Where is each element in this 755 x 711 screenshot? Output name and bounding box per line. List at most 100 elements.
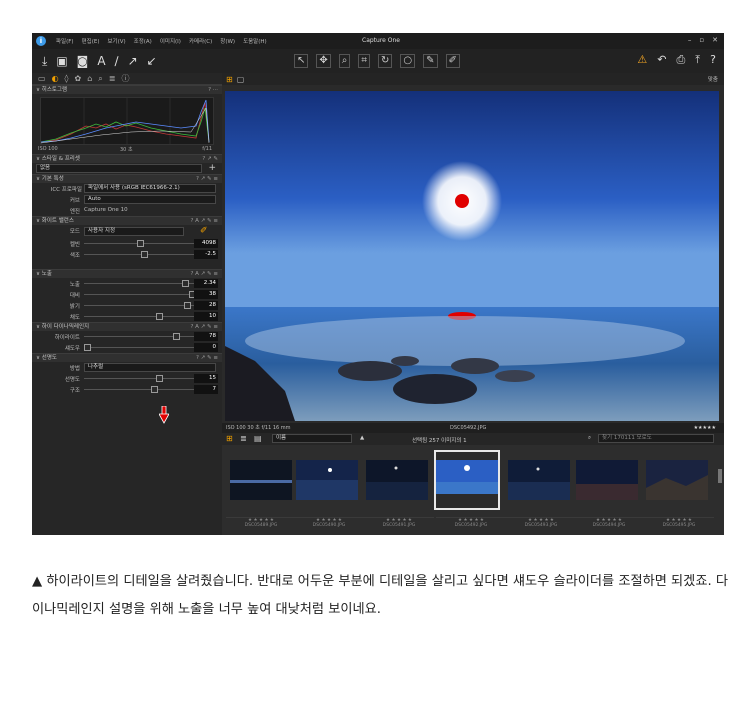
- adjust-slider[interactable]: [84, 333, 202, 340]
- slider-knob[interactable]: [172, 333, 180, 340]
- color-tab-icon[interactable]: ✿: [75, 74, 82, 83]
- adjust-slider[interactable]: [84, 280, 202, 287]
- lens-tab-icon[interactable]: ◊: [65, 74, 69, 83]
- brush-icon[interactable]: ∕: [115, 54, 119, 69]
- maximize-button[interactable]: ▫: [699, 36, 704, 44]
- slider-knob[interactable]: [156, 375, 164, 382]
- thumbnail-selected[interactable]: [434, 450, 500, 510]
- section-exposure[interactable]: ∨ 노출? A ↗ ✎ ≡: [32, 269, 222, 278]
- camera-icon[interactable]: ◙: [77, 54, 89, 69]
- metadata-tab-icon[interactable]: ≣: [109, 74, 116, 83]
- thumbnail[interactable]: [296, 460, 358, 500]
- close-button[interactable]: ✕: [712, 36, 718, 44]
- search-input[interactable]: 찾기 170111 모로도: [598, 434, 714, 443]
- slider-knob[interactable]: [84, 344, 91, 351]
- section-clarity[interactable]: ∨ 선명도? ↗ ✎ ≡: [32, 353, 222, 362]
- wb-picker-icon[interactable]: ✐: [200, 226, 208, 236]
- tint-slider[interactable]: [84, 251, 202, 258]
- pan-tool-icon[interactable]: ✥: [316, 54, 331, 68]
- print-icon[interactable]: ⎙: [676, 53, 685, 67]
- info-tab-icon[interactable]: ⓘ: [121, 73, 129, 84]
- menu-file[interactable]: 파일(F): [52, 37, 78, 45]
- sort-select[interactable]: 이름: [272, 434, 352, 443]
- kelvin-value[interactable]: 4098: [194, 239, 218, 248]
- slider-knob[interactable]: [181, 280, 189, 287]
- slider-knob[interactable]: [156, 313, 164, 320]
- filmstrip-scrollbar[interactable]: [718, 469, 722, 483]
- wb-mode-select[interactable]: 사용자 지정: [84, 227, 184, 236]
- thumbnail[interactable]: [646, 460, 708, 500]
- slider-knob[interactable]: [150, 386, 158, 393]
- menu-help[interactable]: 도움말(H): [239, 37, 271, 45]
- menu-camera[interactable]: 카메라(C): [185, 37, 216, 45]
- kelvin-knob[interactable]: [137, 240, 145, 247]
- rotate-tool-icon[interactable]: ↻: [378, 54, 393, 68]
- adjust-slider[interactable]: [84, 386, 202, 393]
- mask-brush-icon[interactable]: ✎: [423, 54, 438, 68]
- clarity-method-select[interactable]: 나추럴: [84, 363, 216, 372]
- icc-select[interactable]: 파일에서 사용 (sRGB IEC61966-2.1): [84, 184, 216, 193]
- menu-adjust[interactable]: 조정(A): [130, 37, 156, 45]
- status-rating[interactable]: ★★★★★: [694, 423, 716, 433]
- list-view-icon[interactable]: ≣: [240, 434, 247, 443]
- slider-value[interactable]: 2.34: [194, 279, 218, 288]
- adjust-slider[interactable]: [84, 302, 202, 309]
- capture-icon[interactable]: ▣: [56, 54, 67, 69]
- sort-direction-icon[interactable]: ▲: [360, 435, 364, 441]
- menu-window[interactable]: 창(W): [216, 37, 239, 45]
- composition-tab-icon[interactable]: ⌂: [87, 74, 92, 83]
- single-view-icon[interactable]: ▢: [237, 75, 245, 84]
- minimize-button[interactable]: –: [688, 36, 692, 44]
- slider-value[interactable]: 38: [194, 290, 218, 299]
- thumbnail[interactable]: [576, 460, 638, 500]
- arrow-up-right-icon[interactable]: ↗: [128, 54, 138, 69]
- slider-value[interactable]: 10: [194, 312, 218, 321]
- loupe-tool-icon[interactable]: ⌕: [338, 54, 351, 68]
- thumbnail[interactable]: [230, 460, 292, 500]
- warning-icon[interactable]: ⚠: [637, 53, 647, 67]
- filmstrip-view-icon[interactable]: ▤: [254, 434, 262, 443]
- slider-value[interactable]: 78: [194, 332, 218, 341]
- adjust-slider[interactable]: [84, 375, 202, 382]
- section-styles[interactable]: ∨ 스타일 & 프리셋? ↗ ✎: [32, 154, 222, 163]
- zoom-fit-label[interactable]: 맞춤: [708, 75, 718, 83]
- export-icon[interactable]: ⤒: [695, 53, 700, 67]
- menu-image[interactable]: 이미지(I): [156, 37, 185, 45]
- library-tab-icon[interactable]: ▭: [38, 74, 46, 83]
- slider-value[interactable]: 7: [194, 385, 218, 394]
- adjust-slider[interactable]: [84, 344, 202, 351]
- tint-value[interactable]: -2.5: [194, 250, 218, 259]
- details-tab-icon[interactable]: ⌕: [98, 74, 102, 84]
- menu-view[interactable]: 보기(V): [103, 37, 129, 45]
- section-histogram[interactable]: ∨ 히스토그램? ···: [32, 85, 222, 94]
- curve-select[interactable]: Auto: [84, 195, 216, 204]
- text-tool-icon[interactable]: A: [97, 54, 105, 69]
- spot-tool-icon[interactable]: ○: [400, 54, 416, 68]
- thumbnail[interactable]: [508, 460, 570, 500]
- styles-select[interactable]: 없음: [36, 164, 202, 173]
- pointer-tool-icon[interactable]: ↖: [294, 54, 309, 68]
- picker-tool-icon[interactable]: ✐: [445, 54, 460, 68]
- kelvin-slider[interactable]: [84, 240, 202, 247]
- grid-view-icon[interactable]: ⊞: [226, 75, 233, 84]
- search-icon[interactable]: ⌕: [588, 435, 591, 442]
- undo-icon[interactable]: ↶: [657, 53, 666, 67]
- help-icon[interactable]: ?: [710, 53, 716, 67]
- slider-value[interactable]: 15: [194, 374, 218, 383]
- exposure-tab-icon[interactable]: ◐: [52, 74, 59, 83]
- section-white-balance[interactable]: ∨ 화이트 밸런스? A ↗ ✎ ≡: [32, 216, 222, 225]
- slider-value[interactable]: 28: [194, 301, 218, 310]
- import-icon[interactable]: ⤓: [42, 54, 47, 69]
- adjust-slider[interactable]: [84, 313, 202, 320]
- arrow-down-left-icon[interactable]: ↙: [147, 54, 157, 69]
- thumbnail[interactable]: [366, 460, 428, 500]
- section-base-characteristics[interactable]: ∨ 기본 특성? ↗ ✎ ≡: [32, 174, 222, 183]
- section-hdr[interactable]: ∨ 하이 다이나믹레인지? A ↗ ✎ ≡: [32, 322, 222, 331]
- slider-knob[interactable]: [183, 302, 191, 309]
- add-style-icon[interactable]: +: [208, 163, 216, 173]
- slider-value[interactable]: 0: [194, 343, 218, 352]
- menu-edit[interactable]: 편집(E): [78, 37, 104, 45]
- crop-tool-icon[interactable]: ⌗: [358, 54, 371, 68]
- grid-browser-icon[interactable]: ⊞: [226, 434, 233, 443]
- tint-knob[interactable]: [140, 251, 148, 258]
